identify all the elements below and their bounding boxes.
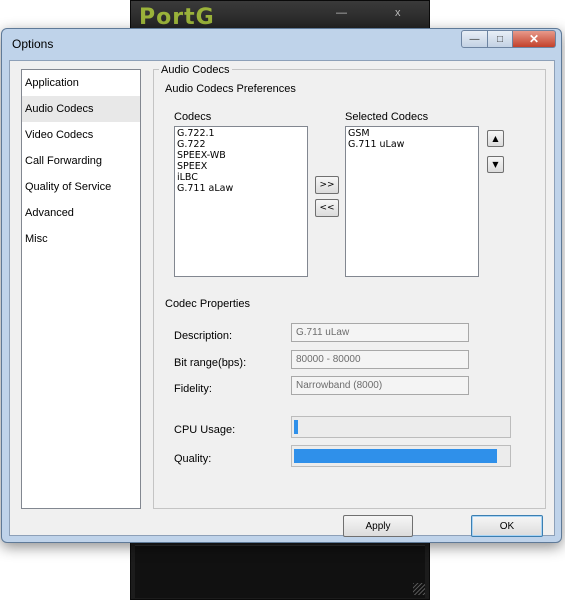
arrow-down-icon: ▼: [492, 160, 499, 169]
codec-list-item[interactable]: G.711 aLaw: [177, 183, 305, 194]
quality-label: Quality:: [174, 453, 212, 465]
arrow-up-icon: ▲: [492, 134, 499, 143]
selected-codecs-list[interactable]: GSM G.711 uLaw: [345, 126, 479, 277]
background-app-lower-panel: [135, 545, 425, 598]
fidelity-label: Fidelity:: [174, 383, 212, 395]
options-nav-list[interactable]: Application Audio Codecs Video Codecs Call …: [21, 69, 141, 509]
fidelity-field: Narrowband (8000): [291, 376, 469, 395]
preferences-heading: Audio Codecs Preferences: [165, 83, 296, 95]
codec-list-item[interactable]: SPEEX: [177, 161, 305, 172]
quality-meter: [291, 445, 511, 467]
move-down-button[interactable]: ▼: [487, 156, 504, 173]
codecs-label: Codecs: [174, 111, 212, 123]
nav-item[interactable]: Advanced: [22, 200, 140, 226]
cpu-usage-meter: [291, 416, 511, 438]
selected-codecs-label: Selected Codecs: [345, 111, 429, 123]
add-codec-button[interactable]: >>: [315, 176, 339, 194]
description-field: G.711 uLaw: [291, 323, 469, 342]
dialog-client-area: Application Audio Codecs Video Codecs Call …: [9, 60, 555, 537]
quality-fill: [294, 449, 497, 463]
available-codecs-list[interactable]: G.722.1 G.722 SPEEX-WB SPEEX iLBC G.711 aLaw: [174, 126, 308, 277]
codec-list-item[interactable]: GSM: [348, 128, 476, 139]
move-up-button[interactable]: ▲: [487, 130, 504, 147]
minimize-button[interactable]: —: [461, 30, 488, 48]
nav-item[interactable]: Call Forwarding: [22, 148, 140, 174]
codec-list-item[interactable]: G.711 uLaw: [348, 139, 476, 150]
ok-button[interactable]: OK: [471, 515, 543, 537]
close-icon: ✕: [528, 32, 540, 46]
close-button[interactable]: ✕: [513, 30, 556, 48]
nav-item[interactable]: Audio Codecs: [22, 96, 140, 122]
background-close-icon[interactable]: x: [395, 7, 401, 19]
bit-range-label: Bit range(bps):: [174, 357, 247, 369]
codec-list-item[interactable]: G.722: [177, 139, 305, 150]
nav-item[interactable]: Quality of Service: [22, 174, 140, 200]
bit-range-field: 80000 - 80000: [291, 350, 469, 369]
dialog-title: Options: [12, 37, 54, 51]
options-dialog: Options — □ ✕ Application Audio Codecs Vid…: [1, 28, 562, 543]
audio-codecs-panel: Audio Codecs Audio Codecs Preferences Co…: [153, 64, 546, 509]
resize-grip-icon[interactable]: [413, 583, 425, 595]
nav-item[interactable]: Misc: [22, 226, 140, 252]
cpu-usage-fill: [294, 420, 298, 434]
codec-list-item[interactable]: iLBC: [177, 172, 305, 183]
codec-properties-heading: Codec Properties: [165, 298, 250, 310]
background-minimize-icon[interactable]: —: [336, 7, 347, 19]
maximize-button[interactable]: □: [488, 30, 513, 48]
cpu-usage-label: CPU Usage:: [174, 424, 236, 436]
codec-list-item[interactable]: SPEEX-WB: [177, 150, 305, 161]
apply-button[interactable]: Apply: [343, 515, 413, 537]
maximize-icon: □: [496, 33, 504, 45]
minimize-icon: —: [469, 33, 480, 45]
nav-item[interactable]: Application: [22, 70, 140, 96]
remove-codec-button[interactable]: <<: [315, 199, 339, 217]
codec-list-item[interactable]: G.722.1: [177, 128, 305, 139]
nav-item[interactable]: Video Codecs: [22, 122, 140, 148]
description-label: Description:: [174, 330, 233, 342]
background-app-logo: PortG: [139, 5, 215, 30]
dialog-titlebar[interactable]: Options — □ ✕: [2, 29, 561, 59]
group-title: Audio Codecs: [159, 64, 232, 76]
